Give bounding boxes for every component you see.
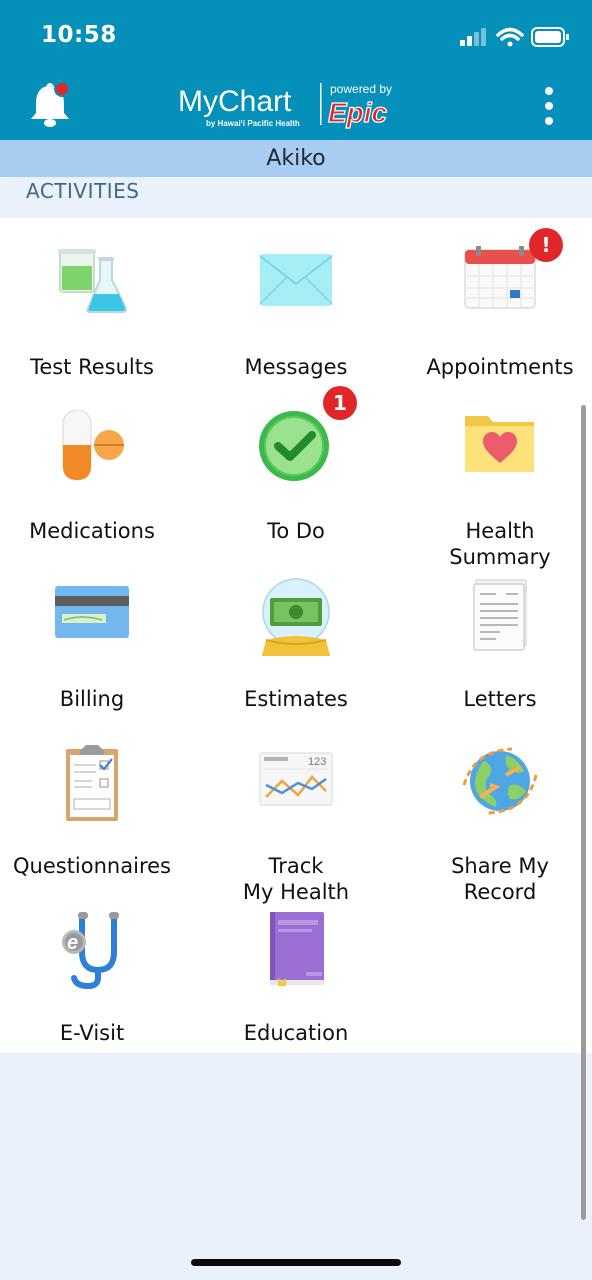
document-icon [473,579,527,651]
mychart-logo: MyChart by Hawai‘i Pacific Health powere… [178,82,392,129]
book-icon [270,912,324,986]
section-header: ACTIVITIES [0,177,592,218]
activity-label: Education [243,1021,349,1045]
money-globe-icon [262,578,330,656]
activity-label: Test Results [30,355,154,379]
envelope-icon [259,254,333,306]
pills-icon [62,410,124,481]
check-clock-icon [259,411,329,481]
globe-share-icon [462,747,538,815]
activity-label: Questionnaires [13,854,171,878]
activity-label: Letters [463,687,537,711]
test-tubes-icon [58,249,128,313]
epic-brand-text: Epic [328,97,388,128]
activity-label: Messages [244,355,348,379]
credit-card-icon [55,586,129,638]
cellular-signal-icon [460,28,486,46]
status-bar: 10:58 [0,0,592,70]
activity-label: Track My Health [242,854,350,904]
more-menu-icon[interactable] [542,86,556,126]
logo-text: MyChart [178,85,292,118]
activity-label: To Do [267,519,325,543]
powered-by-text: powered by [330,82,392,96]
graph-label-text: 123 [308,756,326,768]
wifi-icon [496,27,524,47]
scrollbar[interactable] [581,405,586,1220]
home-indicator[interactable] [191,1259,401,1266]
section-title: ACTIVITIES [26,179,140,203]
patient-name-bar[interactable]: Akiko [0,140,592,177]
count-badge: 1 [323,386,357,420]
alert-badge: ! [529,228,563,262]
notifications-bell-icon[interactable] [26,80,74,130]
heart-folder-icon [465,416,534,472]
logo-sub-text: by Hawai‘i Pacific Health [206,119,300,128]
activities-grid: Test Results Messages ! Appointments Med… [0,218,592,1053]
activity-label: Share My Record [451,854,549,904]
calendar-icon [464,246,536,309]
status-icons [460,27,569,47]
activity-label: Estimates [244,687,348,711]
patient-name: Akiko [266,146,326,171]
activity-label: E-Visit [59,1021,125,1045]
activity-label: Health Summary [449,519,551,569]
status-time: 10:58 [41,22,117,48]
battery-icon [531,27,569,47]
line-graph-icon: 123 [259,752,333,806]
app-header: MyChart by Hawai‘i Pacific Health powere… [0,70,592,140]
activity-label: Appointments [426,355,574,379]
activity-label: Medications [29,519,155,543]
activity-label: Billing [59,687,125,711]
clipboard-icon [66,745,118,821]
e-letter-text: e [67,932,78,954]
stethoscope-icon: e [62,912,119,990]
